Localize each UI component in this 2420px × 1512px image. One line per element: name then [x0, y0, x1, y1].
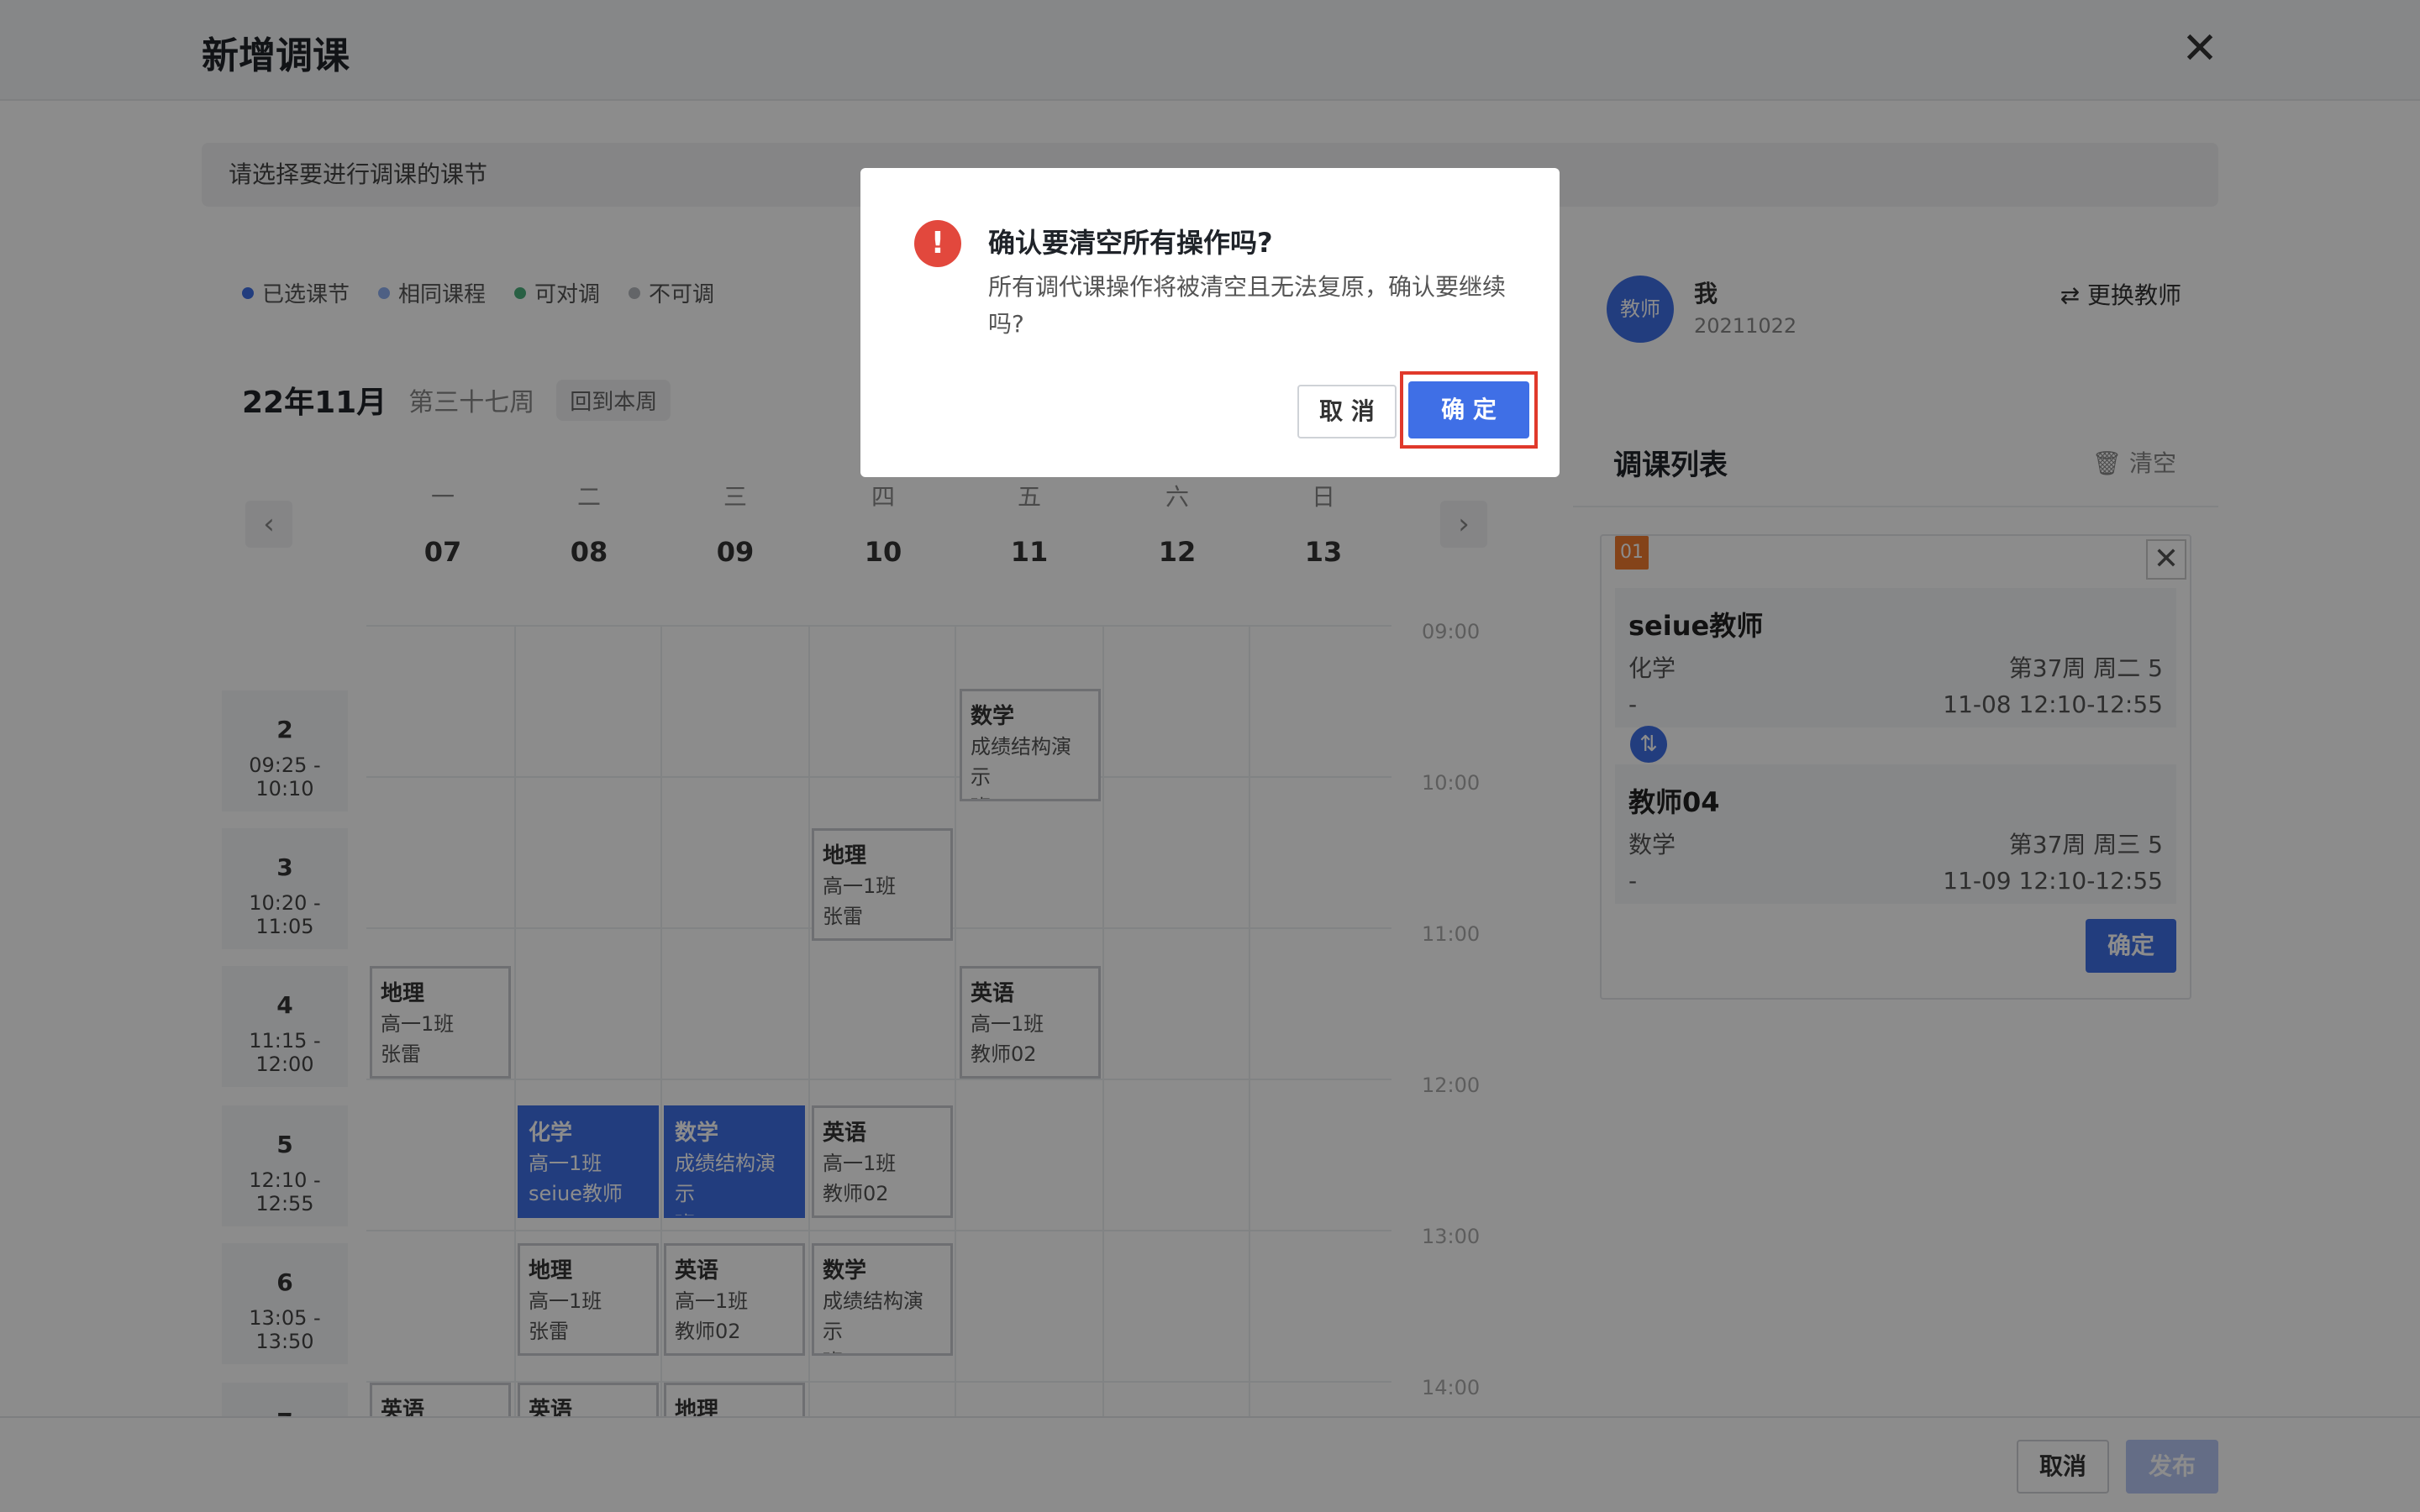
dialog-ok-button[interactable]: 确 定 — [1408, 381, 1529, 438]
dialog-title: 确认要清空所有操作吗? — [988, 227, 1273, 259]
warning-icon: ! — [914, 220, 961, 267]
confirm-dialog: ! 确认要清空所有操作吗? 所有调代课操作将被清空且无法复原，确认要继续吗? 取… — [860, 168, 1560, 477]
dialog-cancel-button[interactable]: 取 消 — [1297, 385, 1397, 438]
dialog-message: 所有调代课操作将被清空且无法复原，确认要继续吗? — [988, 273, 1507, 338]
